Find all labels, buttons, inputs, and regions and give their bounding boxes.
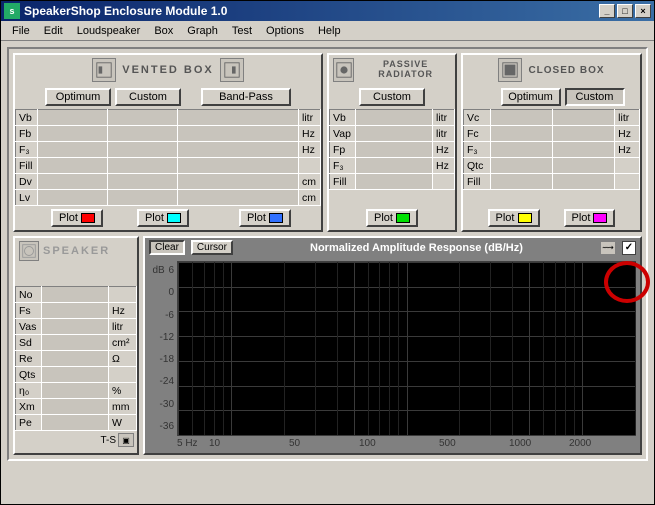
vented-icon2 — [220, 58, 244, 82]
passive-custom-button[interactable]: Custom — [359, 88, 425, 106]
passive-title: PASSIVE RADIATOR — [360, 60, 451, 80]
menu-graph[interactable]: Graph — [180, 23, 225, 39]
passive-icon — [333, 58, 354, 82]
plot-area[interactable] — [177, 261, 636, 436]
speaker-params: No FsHz Vaslitr Sdcm² ReΩ Qts η₀% Xmmm P… — [15, 286, 137, 431]
speaker-panel: SPEAKER No FsHz Vaslitr Sdcm² ReΩ Qts η₀… — [13, 236, 139, 455]
cursor-button[interactable]: Cursor — [191, 240, 233, 255]
vented-bandpass-button[interactable]: Band-Pass — [201, 88, 291, 106]
passive-plot-button[interactable]: Plot — [366, 209, 418, 227]
menu-help[interactable]: Help — [311, 23, 348, 39]
menu-file[interactable]: File — [5, 23, 37, 39]
x-axis: 5 Hz 10 50 100 500 1000 2000 — [149, 436, 636, 449]
menu-test[interactable]: Test — [225, 23, 259, 39]
vented-custom-button[interactable]: Custom — [115, 88, 181, 106]
vented-icon — [92, 58, 116, 82]
closed-plot-optimum[interactable]: Plot — [488, 209, 540, 227]
vented-plot-optimum[interactable]: Plot — [51, 209, 103, 227]
ts-button[interactable]: ▣ — [118, 433, 134, 447]
link-icon[interactable]: ⟿ — [600, 241, 616, 255]
closed-custom-button[interactable]: Custom — [565, 88, 625, 106]
vented-params: Vblitr FbHz F₃Hz Fill Dvcm Lvcm — [15, 109, 321, 206]
menu-box[interactable]: Box — [147, 23, 180, 39]
closed-optimum-button[interactable]: Optimum — [501, 88, 561, 106]
vented-plot-bandpass[interactable]: Plot — [239, 209, 291, 227]
graph-checkbox[interactable]: ✓ — [622, 241, 636, 255]
closed-plot-custom[interactable]: Plot — [564, 209, 616, 227]
vented-plot-custom[interactable]: Plot — [137, 209, 189, 227]
passive-radiator-panel: PASSIVE RADIATOR Custom Vblitr Vaplitr F… — [327, 53, 457, 232]
closed-icon — [498, 58, 522, 82]
app-icon: s — [4, 3, 20, 19]
passive-params: Vblitr Vaplitr FpHz F₃Hz Fill — [329, 109, 455, 190]
closed-box-panel: CLOSED BOX Optimum Custom Vclitr FcHz F₃… — [461, 53, 642, 232]
ts-label: T-S — [100, 435, 116, 446]
menubar: File Edit Loudspeaker Box Graph Test Opt… — [1, 21, 654, 41]
vented-box-panel: VENTED BOX Optimum Custom Band-Pass Vbli… — [13, 53, 323, 232]
graph-panel: Clear Cursor Normalized Amplitude Respon… — [143, 236, 642, 455]
minimize-button[interactable]: _ — [599, 4, 615, 18]
menu-loudspeaker[interactable]: Loudspeaker — [70, 23, 148, 39]
close-button[interactable]: × — [635, 4, 651, 18]
titlebar[interactable]: s SpeakerShop Enclosure Module 1.0 _ □ × — [1, 1, 654, 21]
graph-title: Normalized Amplitude Response (dB/Hz) — [239, 242, 594, 254]
response-chart: 6 0 -6 -12 -18 -24 -30 -36 — [149, 261, 636, 436]
vented-optimum-button[interactable]: Optimum — [45, 88, 111, 106]
maximize-button[interactable]: □ — [617, 4, 633, 18]
y-axis: 6 0 -6 -12 -18 -24 -30 -36 — [149, 261, 177, 436]
speaker-icon — [19, 241, 39, 261]
clear-button[interactable]: Clear — [149, 240, 185, 255]
menu-options[interactable]: Options — [259, 23, 311, 39]
speaker-title: SPEAKER — [43, 245, 110, 257]
menu-edit[interactable]: Edit — [37, 23, 70, 39]
window-title: SpeakerShop Enclosure Module 1.0 — [24, 4, 227, 18]
vented-title: VENTED BOX — [122, 64, 214, 76]
closed-title: CLOSED BOX — [528, 65, 604, 76]
closed-params: Vclitr FcHz F₃Hz Qtc Fill — [463, 109, 640, 190]
